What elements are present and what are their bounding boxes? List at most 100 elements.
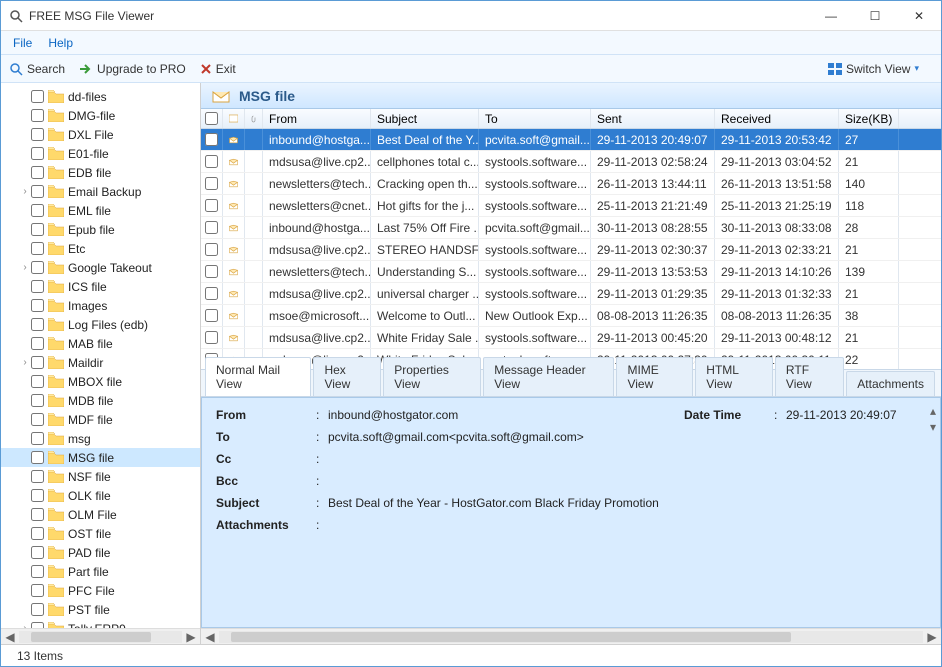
tree-checkbox[interactable] [31,470,44,483]
row-checkbox[interactable] [205,287,218,300]
tree-item[interactable]: OST file [1,524,200,543]
tree-checkbox[interactable] [31,546,44,559]
detail-scroll[interactable]: ▴▾ [930,404,936,434]
tree-item[interactable]: ICS file [1,277,200,296]
col-checkbox[interactable] [201,109,223,128]
tree-item[interactable]: Etc [1,239,200,258]
expand-icon[interactable]: › [19,357,31,368]
message-row[interactable]: inbound@hostga...Best Deal of the Y...pc… [201,129,941,151]
tree-checkbox[interactable] [31,109,44,122]
tree-checkbox[interactable] [31,489,44,502]
tree-item[interactable]: msg [1,429,200,448]
tab-rtf[interactable]: RTF View [775,357,844,396]
tree-item[interactable]: MAB file [1,334,200,353]
tree-item[interactable]: MBOX file [1,372,200,391]
tree-item[interactable]: Epub file [1,220,200,239]
tree-item[interactable]: PFC File [1,581,200,600]
row-checkbox[interactable] [205,221,218,234]
close-button[interactable]: ✕ [905,9,933,23]
maximize-button[interactable]: ☐ [861,9,889,23]
message-row[interactable]: msoe@microsoft...Welcome to Outl...New O… [201,305,941,327]
menu-file[interactable]: File [13,36,32,50]
tree-item[interactable]: OLM File [1,505,200,524]
select-all-checkbox[interactable] [205,112,218,125]
content-scrollbar[interactable]: ◀ ▶ [201,628,941,644]
message-row[interactable]: newsletters@tech...Cracking open th...sy… [201,173,941,195]
tree-checkbox[interactable] [31,299,44,312]
tree-item[interactable]: DMG-file [1,106,200,125]
expand-icon[interactable]: › [19,186,31,197]
tree-checkbox[interactable] [31,394,44,407]
col-received[interactable]: Received [715,109,839,128]
tree-item[interactable]: NSF file [1,467,200,486]
tree-checkbox[interactable] [31,280,44,293]
tab-mime[interactable]: MIME View [616,357,693,396]
tree-checkbox[interactable] [31,451,44,464]
message-row[interactable]: newsletters@cnet...Hot gifts for the j..… [201,195,941,217]
tree-item[interactable]: PST file [1,600,200,619]
tree-checkbox[interactable] [31,413,44,426]
tree-item[interactable]: Log Files (edb) [1,315,200,334]
tree-checkbox[interactable] [31,242,44,255]
col-to[interactable]: To [479,109,591,128]
tree-item[interactable]: E01-file [1,144,200,163]
tree-scrollbar[interactable]: ◀ ▶ [1,628,200,644]
folder-tree[interactable]: dd-filesDMG-fileDXL FileE01-fileEDB file… [1,83,201,644]
tab-properties[interactable]: Properties View [383,357,481,396]
row-checkbox[interactable] [205,155,218,168]
row-checkbox[interactable] [205,331,218,344]
tree-item[interactable]: ›Google Takeout [1,258,200,277]
row-checkbox[interactable] [205,309,218,322]
tree-checkbox[interactable] [31,375,44,388]
tree-checkbox[interactable] [31,185,44,198]
scroll-left-icon[interactable]: ◀ [1,630,19,644]
row-checkbox[interactable] [205,199,218,212]
tree-checkbox[interactable] [31,603,44,616]
row-checkbox[interactable] [205,133,218,146]
tree-item[interactable]: dd-files [1,87,200,106]
tree-checkbox[interactable] [31,128,44,141]
tree-item[interactable]: EDB file [1,163,200,182]
tree-checkbox[interactable] [31,508,44,521]
tab-header[interactable]: Message Header View [483,357,614,396]
expand-icon[interactable]: › [19,262,31,273]
tree-item[interactable]: ›Maildir [1,353,200,372]
tree-item[interactable]: Images [1,296,200,315]
upgrade-button[interactable]: Upgrade to PRO [79,62,186,76]
tree-item[interactable]: MDF file [1,410,200,429]
tree-checkbox[interactable] [31,318,44,331]
tree-checkbox[interactable] [31,337,44,350]
message-row[interactable]: inbound@hostga...Last 75% Off Fire ...pc… [201,217,941,239]
scroll-right-icon[interactable]: ▶ [923,630,941,644]
col-sent[interactable]: Sent [591,109,715,128]
menu-help[interactable]: Help [48,36,73,50]
tree-item[interactable]: PAD file [1,543,200,562]
tree-checkbox[interactable] [31,527,44,540]
search-button[interactable]: Search [9,62,65,76]
tree-checkbox[interactable] [31,90,44,103]
message-row[interactable]: newsletters@tech...Understanding S...sys… [201,261,941,283]
message-row[interactable]: mdsusa@live.cp2...cellphones total c...s… [201,151,941,173]
tree-checkbox[interactable] [31,166,44,179]
tab-attachments[interactable]: Attachments [846,371,935,396]
col-from[interactable]: From [263,109,371,128]
tree-item[interactable]: OLK file [1,486,200,505]
tree-checkbox[interactable] [31,204,44,217]
col-size[interactable]: Size(KB) [839,109,899,128]
message-row[interactable]: mdsusa@live.cp2...universal charger ...s… [201,283,941,305]
grid-body[interactable]: inbound@hostga...Best Deal of the Y...pc… [201,129,941,369]
tree-item[interactable]: Part file [1,562,200,581]
tab-normal[interactable]: Normal Mail View [205,357,311,396]
tree-checkbox[interactable] [31,432,44,445]
row-checkbox[interactable] [205,243,218,256]
tree-checkbox[interactable] [31,147,44,160]
row-checkbox[interactable] [205,265,218,278]
tree-checkbox[interactable] [31,356,44,369]
col-subject[interactable]: Subject [371,109,479,128]
tree-checkbox[interactable] [31,584,44,597]
tab-html[interactable]: HTML View [695,357,773,396]
row-checkbox[interactable] [205,177,218,190]
tree-item[interactable]: ›Email Backup [1,182,200,201]
message-row[interactable]: mdsusa@live.cp2...STEREO HANDSFR...systo… [201,239,941,261]
scroll-left-icon[interactable]: ◀ [201,630,219,644]
